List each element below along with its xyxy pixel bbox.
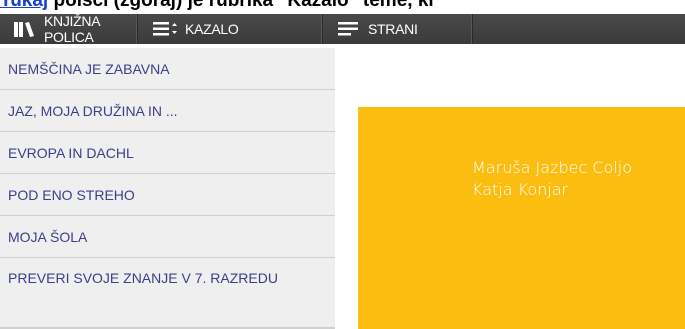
index-label: KAZALO bbox=[185, 21, 239, 37]
sidebar-item-nemscina[interactable]: NEMŠČINA JE ZABAVNA bbox=[0, 48, 335, 90]
bookshelf-icon bbox=[14, 21, 36, 37]
sidebar-item-moja-sola[interactable]: MOJA ŠOLA bbox=[0, 216, 335, 258]
sidebar-item-jaz-moja-druzina[interactable]: JAZ, MOJA DRUŽINA IN ... bbox=[0, 90, 335, 132]
author-name: Maruša Jazbec Coljo bbox=[472, 158, 632, 177]
index-sidebar: NEMŠČINA JE ZABAVNA JAZ, MOJA DRUŽINA IN… bbox=[0, 48, 335, 329]
sidebar-item-preveri-znanje[interactable]: PREVERI SVOJE ZNANJE V 7. RAZREDU bbox=[0, 258, 335, 328]
instruction-caption: Tukaj poišči (zgoraj) je rubrika "Kazalo… bbox=[0, 0, 685, 14]
bookshelf-button[interactable]: KNJIŽNA POLICA bbox=[0, 13, 138, 45]
pages-button[interactable]: STRANI bbox=[323, 14, 473, 44]
cover-authors: Maruša Jazbec Coljo Katja Konjar bbox=[472, 157, 632, 201]
index-button[interactable]: KAZALO bbox=[138, 14, 323, 44]
tukaj-link[interactable]: Tukaj bbox=[0, 0, 48, 11]
caption-text: poišči (zgoraj) je rubrika "Kazalo" teme… bbox=[48, 0, 434, 11]
reader-toolbar: KNJIŽNA POLICA KAZALO STRANI bbox=[0, 13, 685, 45]
pages-label: STRANI bbox=[368, 21, 418, 37]
book-cover: Maruša Jazbec Coljo Katja Konjar bbox=[358, 107, 685, 329]
sidebar-item-evropa[interactable]: EVROPA IN DACHL bbox=[0, 132, 335, 174]
list-dropdown-icon bbox=[153, 22, 177, 36]
pages-icon bbox=[338, 22, 360, 36]
author-name: Katja Konjar bbox=[472, 180, 569, 199]
bookshelf-label: KNJIŽNA POLICA bbox=[44, 13, 100, 45]
sidebar-item-pod-eno-streho[interactable]: POD ENO STREHO bbox=[0, 174, 335, 216]
